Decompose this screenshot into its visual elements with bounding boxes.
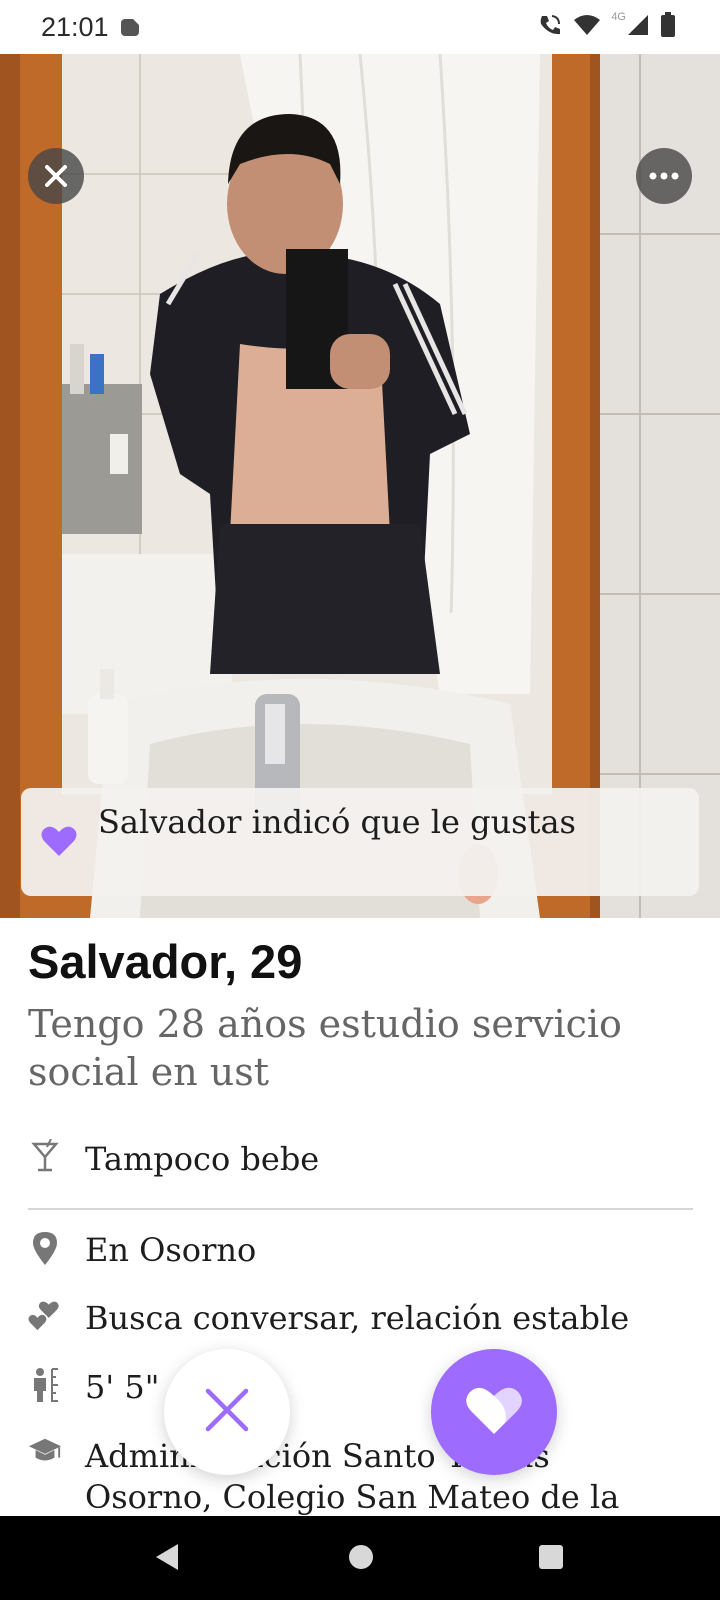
liked-you-banner: Salvador indicó que le gustas [21, 788, 699, 896]
system-nav-bar [0, 1516, 720, 1600]
profile-bio: Tengo 28 años estudio servicio social en… [28, 1002, 622, 1094]
close-icon [42, 162, 70, 190]
like-heart-icon [465, 1384, 523, 1440]
pass-x-icon [204, 1387, 250, 1437]
looking-for-row: Busca conversar, relación estable [28, 1298, 698, 1339]
height-icon [28, 1367, 62, 1405]
status-bar: 21:01 4G [0, 0, 720, 54]
divider [28, 1208, 693, 1210]
cell-signal-icon [626, 13, 650, 37]
location-text: En Osorno [85, 1231, 257, 1269]
status-icons: 4G [537, 11, 676, 38]
wifi-calling-icon [537, 12, 563, 38]
liked-banner-text: Salvador indicó que le gustas [98, 803, 576, 841]
profile-name-age: Salvador, 29 [28, 935, 303, 988]
height-row: 5' 5" [28, 1367, 698, 1408]
back-icon[interactable] [152, 1542, 182, 1576]
heart-icon [41, 824, 77, 858]
close-button[interactable] [28, 148, 84, 204]
recents-icon[interactable] [537, 1542, 565, 1576]
hearts-icon [28, 1298, 62, 1336]
cocktail-icon [28, 1139, 62, 1177]
looking-for-text: Busca conversar, relación estable [85, 1299, 630, 1337]
graduation-cap-icon [28, 1436, 62, 1474]
location-pin-icon [28, 1230, 62, 1268]
height-text: 5' 5" [85, 1368, 160, 1406]
more-icon [649, 172, 679, 180]
wifi-icon [573, 13, 601, 37]
battery-icon [660, 12, 676, 38]
drinking-text: Tampoco bebe [85, 1140, 320, 1178]
pass-button[interactable] [164, 1349, 290, 1475]
like-button[interactable] [431, 1349, 557, 1475]
status-time: 21:01 [41, 12, 109, 42]
network-label: 4G [611, 11, 626, 23]
home-icon[interactable] [347, 1542, 375, 1576]
profile-photo[interactable]: Salvador indicó que le gustas [0, 54, 720, 918]
location-row: En Osorno [28, 1230, 698, 1271]
more-options-button[interactable] [636, 148, 692, 204]
notification-icon [119, 16, 141, 42]
drinking-row: Tampoco bebe [28, 1139, 698, 1180]
